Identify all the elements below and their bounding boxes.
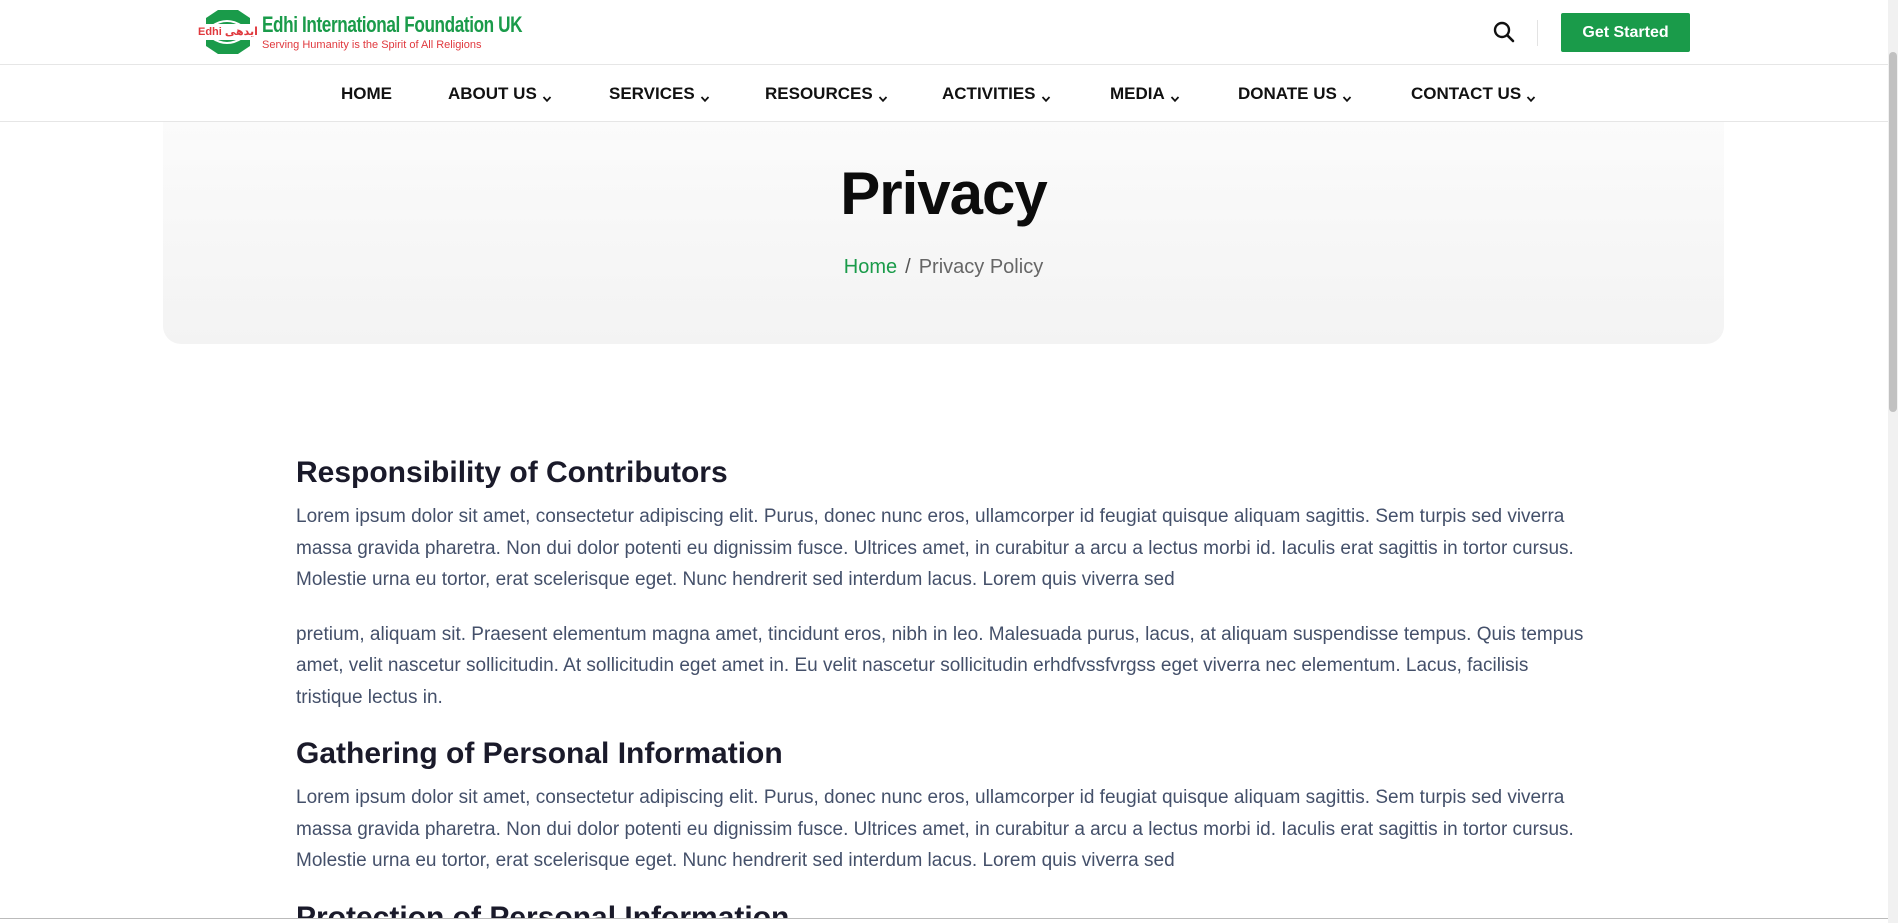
scrollbar-thumb[interactable] [1889,52,1897,412]
section-paragraph: pretium, aliquam sit. Praesent elementum… [296,623,1584,708]
chevron-down-icon [1041,89,1051,102]
nav-item-services[interactable]: SERVICES [609,65,710,122]
nav-item-home[interactable]: HOME [341,65,392,122]
breadcrumb: Home / Privacy Policy [163,256,1724,279]
get-started-button[interactable]: Get Started [1561,13,1690,52]
logo-title: Edhi International Foundation UK [262,11,523,37]
site-logo[interactable]: Edhi ایدھی Edhi International Foundation… [198,8,596,56]
nav-item-resources[interactable]: RESOURCES [765,65,888,122]
search-icon[interactable] [1492,20,1516,44]
logo-mark-icon: Edhi ایدھی [198,8,258,56]
main-navigation: HOME ABOUT US SERVICES RESOURCES ACTIVIT… [0,65,1888,122]
page-scrollbar[interactable] [1888,0,1898,923]
chevron-down-icon [1170,89,1180,102]
nav-item-label: SERVICES [609,83,695,103]
nav-item-label: ABOUT US [448,83,537,103]
nav-item-label: MEDIA [1110,83,1165,103]
logo-mark-text: Edhi ایدھی [198,26,258,38]
section-heading: Responsibility of Contributors [296,456,728,489]
site-header: Edhi ایدھی Edhi International Foundation… [0,0,1888,65]
page-hero: Privacy Home / Privacy Policy [163,122,1724,344]
chevron-down-icon [542,89,552,102]
section-paragraph: Lorem ipsum dolor sit amet, consectetur … [296,787,1574,871]
chevron-down-icon [1342,89,1352,102]
chevron-down-icon [878,89,888,102]
nav-item-label: RESOURCES [765,83,873,103]
chevron-down-icon [1526,89,1536,102]
nav-item-label: CONTACT US [1411,83,1522,103]
section-paragraph: Lorem ipsum dolor sit amet, consectetur … [296,506,1574,590]
logo-tagline: Serving Humanity is the Spirit of All Re… [262,38,482,51]
chevron-down-icon [700,89,710,102]
nav-item-label: HOME [341,83,392,103]
header-divider [1537,20,1538,46]
section-heading: Gathering of Personal Information [296,737,783,770]
breadcrumb-separator: / [905,256,911,278]
nav-item-label: DONATE US [1238,83,1337,103]
breadcrumb-home-link[interactable]: Home [844,256,897,278]
nav-item-label: ACTIVITIES [942,83,1036,103]
breadcrumb-current: Privacy Policy [918,256,1044,278]
nav-item-media[interactable]: MEDIA [1110,65,1180,122]
policy-content: Responsibility of Contributors Lorem ips… [296,454,1596,923]
nav-item-donate-us[interactable]: DONATE US [1238,65,1352,122]
nav-item-contact-us[interactable]: CONTACT US [1411,65,1536,122]
nav-item-about-us[interactable]: ABOUT US [448,65,552,122]
viewport-bottom-edge [0,918,1888,923]
nav-item-activities[interactable]: ACTIVITIES [942,65,1051,122]
page-title: Privacy [840,160,1048,227]
